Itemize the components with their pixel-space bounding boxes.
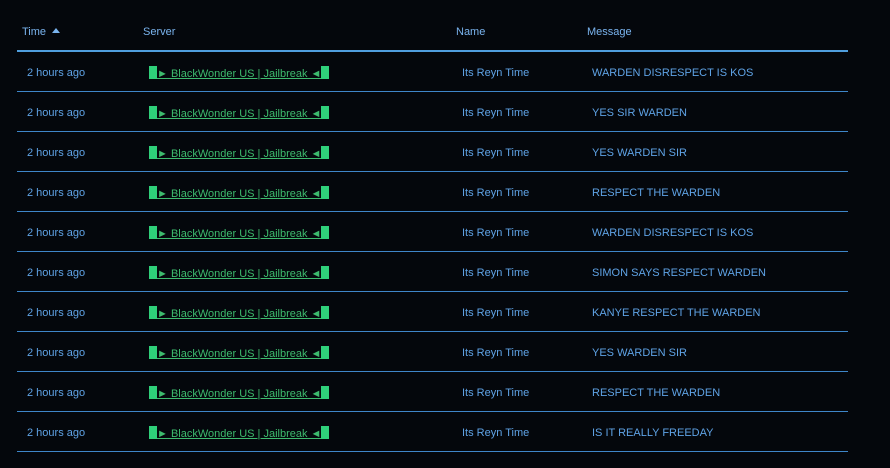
row-message: WARDEN DISRESPECT IS KOS — [592, 227, 754, 239]
server-block-right-icon — [321, 266, 330, 279]
row-server: ► BlackWonder US | Jailbreak ◄ — [149, 106, 330, 120]
row-time: 2 hours ago — [27, 107, 86, 119]
row-time: 2 hours ago — [27, 387, 86, 399]
server-block-right-icon — [321, 306, 330, 319]
server-link-label: ► BlackWonder US | Jailbreak ◄ — [157, 108, 322, 120]
column-header-name[interactable]: Name — [456, 26, 485, 38]
server-block-left-icon — [149, 386, 157, 399]
server-link[interactable]: ► BlackWonder US | Jailbreak ◄ — [149, 226, 330, 240]
row-message: YES WARDEN SIR — [592, 347, 687, 359]
server-link-label: ► BlackWonder US | Jailbreak ◄ — [157, 228, 322, 240]
server-link[interactable]: ► BlackWonder US | Jailbreak ◄ — [149, 266, 330, 280]
table-row: 2 hours ago ► BlackWonder US | Jailbreak … — [17, 292, 848, 332]
server-block-right-icon — [321, 186, 330, 199]
sort-ascending-icon — [52, 28, 61, 33]
row-message: IS IT REALLY FREEDAY — [592, 427, 714, 439]
server-link-label: ► BlackWonder US | Jailbreak ◄ — [157, 68, 322, 80]
server-block-left-icon — [149, 306, 157, 319]
row-message: WARDEN DISRESPECT IS KOS — [592, 67, 754, 79]
row-player-name[interactable]: Its Reyn Time — [462, 387, 529, 399]
server-block-left-icon — [149, 346, 157, 359]
row-server: ► BlackWonder US | Jailbreak ◄ — [149, 346, 330, 360]
server-block-right-icon — [321, 386, 330, 399]
row-server: ► BlackWonder US | Jailbreak ◄ — [149, 306, 330, 320]
server-block-left-icon — [149, 426, 157, 439]
table-row: 2 hours ago ► BlackWonder US | Jailbreak … — [17, 172, 848, 212]
row-server: ► BlackWonder US | Jailbreak ◄ — [149, 66, 330, 80]
server-link-label: ► BlackWonder US | Jailbreak ◄ — [157, 308, 322, 320]
server-link-label: ► BlackWonder US | Jailbreak ◄ — [157, 268, 322, 280]
table-row: 2 hours ago ► BlackWonder US | Jailbreak … — [17, 412, 848, 452]
column-header-time-label: Time — [22, 26, 47, 38]
server-link[interactable]: ► BlackWonder US | Jailbreak ◄ — [149, 346, 330, 360]
server-block-left-icon — [149, 106, 157, 119]
server-link-label: ► BlackWonder US | Jailbreak ◄ — [157, 148, 322, 160]
server-link[interactable]: ► BlackWonder US | Jailbreak ◄ — [149, 186, 330, 200]
server-link-label: ► BlackWonder US | Jailbreak ◄ — [157, 188, 322, 200]
table-row: 2 hours ago ► BlackWonder US | Jailbreak … — [17, 252, 848, 292]
row-time: 2 hours ago — [27, 187, 86, 199]
server-link[interactable]: ► BlackWonder US | Jailbreak ◄ — [149, 426, 330, 440]
row-server: ► BlackWonder US | Jailbreak ◄ — [149, 226, 330, 240]
row-server: ► BlackWonder US | Jailbreak ◄ — [149, 426, 330, 440]
server-block-left-icon — [149, 146, 157, 159]
row-time: 2 hours ago — [27, 67, 86, 79]
table-row: 2 hours ago ► BlackWonder US | Jailbreak … — [17, 372, 848, 412]
server-block-right-icon — [321, 146, 330, 159]
row-message: SIMON SAYS RESPECT WARDEN — [592, 267, 766, 279]
row-server: ► BlackWonder US | Jailbreak ◄ — [149, 146, 330, 160]
row-time: 2 hours ago — [27, 267, 86, 279]
server-block-right-icon — [321, 106, 330, 119]
server-link[interactable]: ► BlackWonder US | Jailbreak ◄ — [149, 306, 330, 320]
server-link-label: ► BlackWonder US | Jailbreak ◄ — [157, 388, 322, 400]
column-header-message[interactable]: Message — [587, 26, 632, 38]
row-message: KANYE RESPECT THE WARDEN — [592, 307, 761, 319]
server-block-right-icon — [321, 346, 330, 359]
table-row: 2 hours ago ► BlackWonder US | Jailbreak … — [17, 212, 848, 252]
table-body: 2 hours ago ► BlackWonder US | Jailbreak … — [17, 52, 848, 452]
table-row: 2 hours ago ► BlackWonder US | Jailbreak … — [17, 332, 848, 372]
row-player-name[interactable]: Its Reyn Time — [462, 147, 529, 159]
table-row: 2 hours ago ► BlackWonder US | Jailbreak … — [17, 52, 848, 92]
server-block-left-icon — [149, 186, 157, 199]
row-player-name[interactable]: Its Reyn Time — [462, 347, 529, 359]
server-link-label: ► BlackWonder US | Jailbreak ◄ — [157, 428, 322, 440]
server-link-label: ► BlackWonder US | Jailbreak ◄ — [157, 348, 322, 360]
column-header-server[interactable]: Server — [143, 26, 175, 38]
server-link[interactable]: ► BlackWonder US | Jailbreak ◄ — [149, 106, 330, 120]
server-block-left-icon — [149, 266, 157, 279]
table-header: Time Server Name Message — [17, 0, 848, 52]
row-server: ► BlackWonder US | Jailbreak ◄ — [149, 386, 330, 400]
row-player-name[interactable]: Its Reyn Time — [462, 307, 529, 319]
row-player-name[interactable]: Its Reyn Time — [462, 67, 529, 79]
server-block-left-icon — [149, 226, 157, 239]
row-server: ► BlackWonder US | Jailbreak ◄ — [149, 266, 330, 280]
server-link[interactable]: ► BlackWonder US | Jailbreak ◄ — [149, 146, 330, 160]
row-player-name[interactable]: Its Reyn Time — [462, 427, 529, 439]
server-block-right-icon — [321, 426, 330, 439]
row-player-name[interactable]: Its Reyn Time — [462, 107, 529, 119]
row-player-name[interactable]: Its Reyn Time — [462, 267, 529, 279]
server-link[interactable]: ► BlackWonder US | Jailbreak ◄ — [149, 386, 330, 400]
row-time: 2 hours ago — [27, 427, 86, 439]
row-time: 2 hours ago — [27, 147, 86, 159]
server-block-right-icon — [321, 66, 330, 79]
server-block-left-icon — [149, 66, 157, 79]
row-message: YES SIR WARDEN — [592, 107, 687, 119]
server-link[interactable]: ► BlackWonder US | Jailbreak ◄ — [149, 66, 330, 80]
row-player-name[interactable]: Its Reyn Time — [462, 187, 529, 199]
row-server: ► BlackWonder US | Jailbreak ◄ — [149, 186, 330, 200]
row-message: RESPECT THE WARDEN — [592, 387, 721, 399]
chat-log-table: Time Server Name Message 2 hours ago ► Bl… — [17, 0, 848, 452]
column-header-time[interactable]: Time — [22, 26, 61, 38]
row-message: RESPECT THE WARDEN — [592, 187, 721, 199]
row-message: YES WARDEN SIR — [592, 147, 687, 159]
row-time: 2 hours ago — [27, 347, 86, 359]
row-time: 2 hours ago — [27, 307, 86, 319]
table-row: 2 hours ago ► BlackWonder US | Jailbreak … — [17, 132, 848, 172]
row-time: 2 hours ago — [27, 227, 86, 239]
row-player-name[interactable]: Its Reyn Time — [462, 227, 529, 239]
server-block-right-icon — [321, 226, 330, 239]
table-row: 2 hours ago ► BlackWonder US | Jailbreak … — [17, 92, 848, 132]
